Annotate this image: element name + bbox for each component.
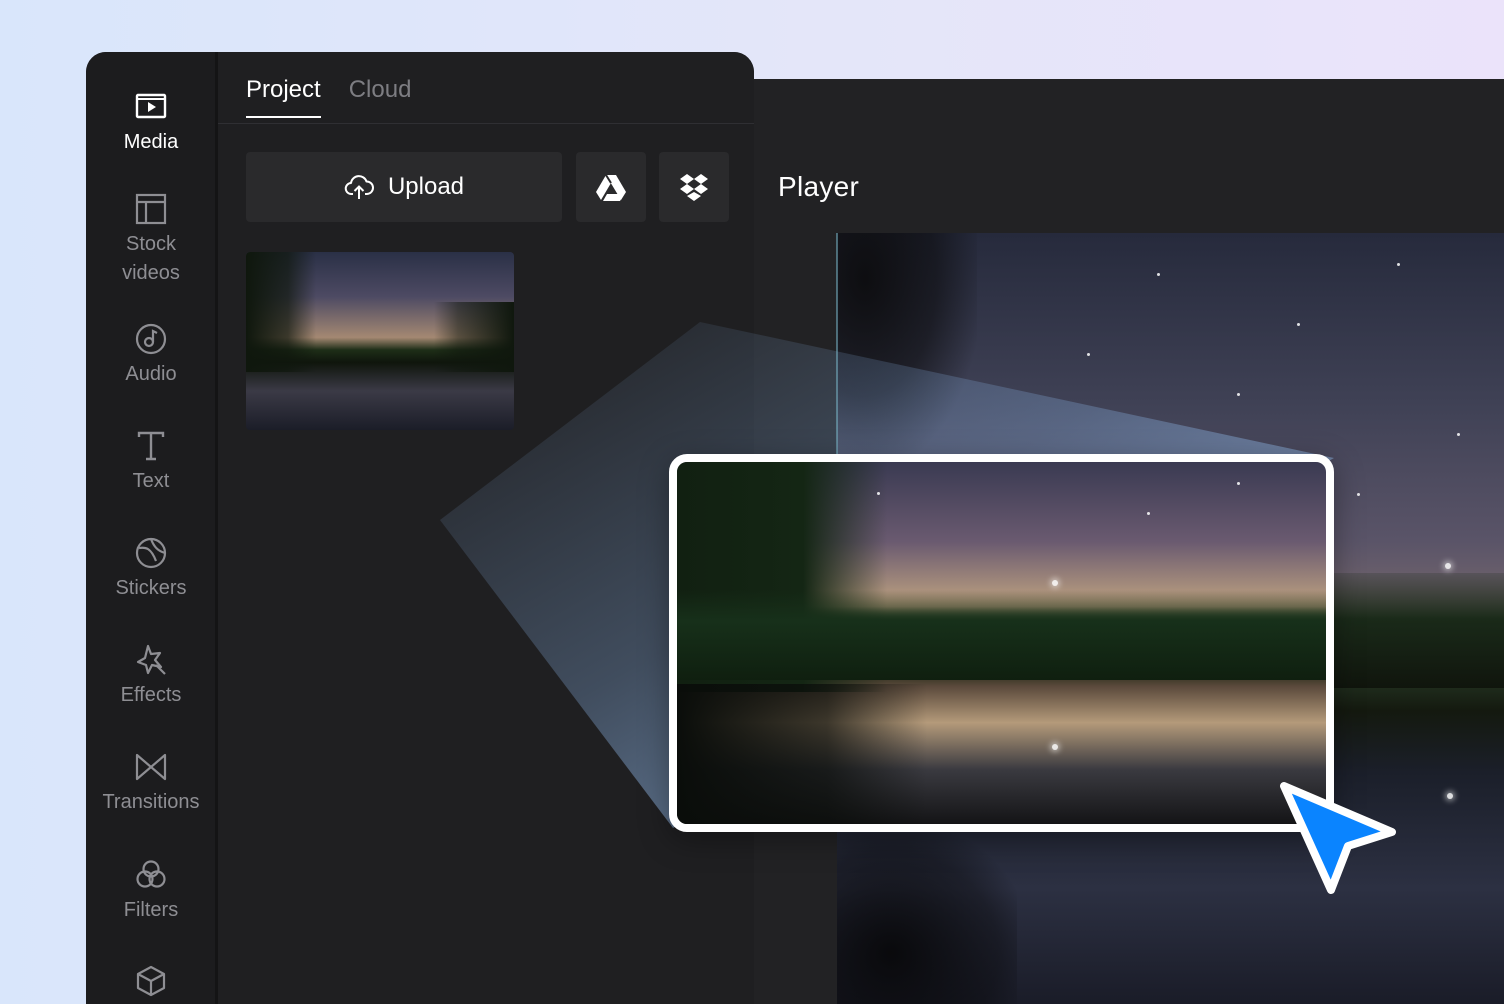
sidebar-item-transitions[interactable]: Transitions (86, 750, 216, 817)
sidebar-item-filters[interactable]: Filters (86, 858, 216, 925)
thumbnail-forest-left (246, 252, 316, 372)
app-canvas: Player Media Stock videos Audio Text Sti… (0, 0, 1504, 1004)
zoom-treeline (677, 590, 1326, 680)
thumbnail-forest-right (434, 302, 514, 372)
sidebar-item-effects[interactable]: Effects (86, 643, 216, 710)
sidebar-item-text[interactable]: Text (86, 429, 216, 496)
dropbox-icon (680, 174, 708, 201)
star (1147, 512, 1150, 515)
sidebar-item-label: Filters (123, 899, 179, 921)
star (1052, 744, 1058, 750)
player-reflection (837, 833, 1017, 1004)
sidebar-item-stock-videos[interactable]: Stock videos (86, 192, 216, 288)
tab-project[interactable]: Project (246, 76, 321, 118)
elements-icon (134, 964, 168, 998)
media-thumbnail[interactable] (246, 252, 514, 430)
panel-tabs: Project Cloud (246, 76, 411, 118)
star (1397, 263, 1400, 266)
sidebar-item-audio[interactable]: Audio (86, 322, 216, 389)
transitions-icon (134, 750, 168, 784)
effects-icon (134, 643, 168, 677)
star (1052, 580, 1058, 586)
cloud-upload-icon (344, 175, 374, 199)
sidebar-item-label: Stickers (115, 577, 187, 599)
zoomed-preview-card (669, 454, 1334, 832)
star (1445, 563, 1451, 569)
star (1087, 353, 1090, 356)
player-tree-silhouette (837, 233, 977, 463)
sidebar: Media Stock videos Audio Text Stickers E… (86, 52, 216, 1004)
sidebar-item-label: Stock videos (122, 233, 180, 284)
star (1447, 793, 1453, 799)
sidebar-item-stickers[interactable]: Stickers (86, 536, 216, 603)
sidebar-item-media[interactable]: Media (86, 90, 216, 157)
audio-icon (134, 322, 168, 356)
google-drive-icon (596, 174, 626, 201)
sidebar-item-elements[interactable] (86, 964, 216, 1002)
star (1237, 482, 1240, 485)
media-icon (134, 90, 168, 124)
upload-button[interactable]: Upload (246, 152, 562, 222)
sidebar-item-label: Text (132, 470, 170, 492)
stock-videos-icon (134, 192, 168, 226)
star (1157, 273, 1160, 276)
editor-window: Media Stock videos Audio Text Stickers E… (86, 52, 754, 1004)
text-icon (134, 429, 168, 463)
sidebar-item-label: Transitions (102, 791, 200, 813)
dropbox-button[interactable] (659, 152, 729, 222)
filters-icon (134, 858, 168, 892)
sidebar-item-label: Audio (125, 363, 177, 385)
upload-label: Upload (387, 173, 465, 200)
star (1297, 323, 1300, 326)
star (1357, 493, 1360, 496)
pointer-cursor-icon (1280, 782, 1396, 894)
stickers-icon (134, 536, 168, 570)
player-title: Player (778, 171, 860, 202)
google-drive-button[interactable] (576, 152, 646, 222)
sidebar-item-label: Effects (120, 684, 182, 706)
zoom-reflection (677, 684, 927, 824)
tabs-divider (218, 123, 754, 124)
star (877, 492, 880, 495)
tab-cloud[interactable]: Cloud (349, 76, 412, 118)
sidebar-item-label: Media (123, 131, 179, 153)
star (1237, 393, 1240, 396)
star (1457, 433, 1460, 436)
